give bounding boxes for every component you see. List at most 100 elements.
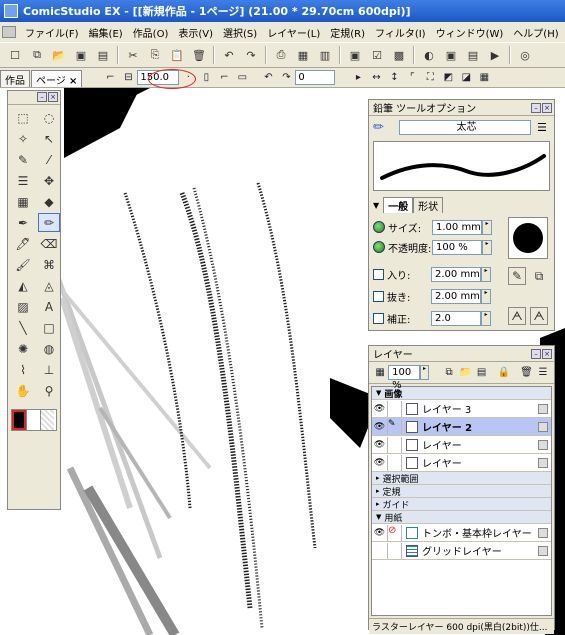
layer-row[interactable]: 👁 レイヤー — [372, 436, 551, 454]
new-file-icon[interactable]: ☐ — [6, 46, 24, 64]
open-folder-icon[interactable]: 📂 — [50, 46, 68, 64]
layer-copy-icon[interactable]: ▤ — [476, 366, 488, 380]
pen-icon[interactable]: ✒ — [12, 213, 34, 232]
object-icon[interactable]: ◆ — [38, 192, 60, 211]
tone-brush-icon[interactable]: ◍ — [38, 339, 60, 358]
lasso-icon[interactable]: ◌ — [38, 108, 60, 127]
rotate-right-icon[interactable]: ↷ — [279, 71, 293, 85]
out-checkbox[interactable] — [373, 290, 384, 302]
ruler-corner-icon[interactable]: ⌜ — [405, 71, 419, 85]
correction-checkbox[interactable] — [373, 312, 384, 324]
rotate-left-icon[interactable]: ↶ — [261, 71, 275, 85]
fit-page-icon[interactable]: ⌐ — [103, 71, 117, 85]
menu-help[interactable]: ヘルプ(H) — [508, 25, 563, 40]
page-icon[interactable]: ▯ — [199, 71, 213, 85]
visibility-eye-icon[interactable]: 👁 — [372, 436, 388, 453]
opacity-radio[interactable] — [373, 241, 385, 253]
group-selection[interactable]: ▸ 選択範囲 — [372, 472, 551, 485]
page-stack-icon[interactable]: ▭ — [235, 71, 249, 85]
layer-props-icon[interactable] — [538, 527, 548, 538]
page-fold-icon[interactable]: ⌐ — [217, 71, 231, 85]
layer-row[interactable]: 👁 レイヤー — [372, 454, 551, 472]
save-all-icon[interactable]: ▤ — [94, 46, 112, 64]
preset-field[interactable]: 太芯 — [399, 120, 531, 135]
close-icon[interactable]: × — [48, 92, 58, 102]
opacity-field[interactable]: 100 % — [432, 239, 482, 255]
transparent-swatch[interactable] — [40, 410, 54, 430]
black-swatch[interactable] — [12, 410, 26, 430]
eraser-icon[interactable]: ⌫ — [38, 234, 60, 253]
move-icon[interactable]: ✥ — [38, 171, 60, 190]
collapse-icon[interactable]: ▼ — [373, 201, 379, 210]
hand-icon[interactable]: ✋ — [12, 381, 34, 400]
color-icon[interactable]: ▩ — [390, 46, 408, 64]
out-spin[interactable]: ▸ — [481, 288, 491, 304]
layer-props-icon[interactable] — [538, 403, 548, 414]
ruler-line-icon[interactable]: ☰ — [12, 171, 34, 190]
action-icon[interactable]: ▶ — [486, 46, 504, 64]
copy-icon[interactable]: ⎘ — [146, 46, 164, 64]
save-icon[interactable]: ▣ — [72, 46, 90, 64]
tab-general[interactable]: 一般 — [383, 197, 414, 213]
layer-props-icon[interactable] — [538, 439, 548, 450]
tab-page[interactable]: ページ × — [31, 69, 83, 87]
rotation-dropdown-icon[interactable]: ▸ — [351, 71, 365, 85]
effect-line-icon[interactable]: ✺ — [12, 339, 34, 358]
menu-filter[interactable]: フィルタ(I) — [370, 25, 431, 40]
white-swatch[interactable] — [26, 410, 40, 430]
material-icon[interactable]: ◎ — [516, 46, 534, 64]
size-field[interactable]: 1.00 mm — [432, 219, 482, 235]
brush-icon[interactable]: 🖌 — [12, 255, 34, 274]
correction-field[interactable]: 2.0 — [431, 310, 481, 326]
group-guide[interactable]: ▸ ガイド — [372, 498, 551, 511]
zoom-input[interactable]: 150.0 — [137, 70, 180, 85]
layer-opacity-spin[interactable]: ▸ — [420, 365, 429, 380]
size-radio[interactable] — [373, 221, 385, 233]
visibility-eye-icon[interactable]: 👁 — [372, 454, 388, 471]
menu-layer[interactable]: レイヤー(L) — [262, 25, 325, 40]
group-ruler[interactable]: ▸ 定規 — [372, 485, 551, 498]
vector-a-icon[interactable]: ᗅ — [508, 307, 526, 325]
text-icon[interactable]: A — [38, 297, 60, 316]
tab-close-icon[interactable]: × — [69, 76, 77, 87]
group-image[interactable]: ▼ 画像 — [372, 387, 551, 400]
flip-horizontal-icon[interactable]: ↔ — [369, 71, 383, 85]
magic-wand-icon[interactable]: ✧ — [12, 129, 34, 148]
correction-spin[interactable]: ▸ — [481, 310, 491, 326]
new-page-icon[interactable]: ⧉ — [28, 46, 46, 64]
layer-mode-icon[interactable]: ▦ — [374, 366, 386, 380]
airbrush-icon[interactable]: ⌘ — [38, 255, 60, 274]
visibility-eye-icon[interactable]: 👁 — [372, 400, 388, 417]
fill-icon[interactable]: ◭ — [12, 276, 34, 295]
visibility-eye-icon[interactable]: 👁 — [372, 418, 388, 435]
menu-select[interactable]: 選択(S) — [218, 25, 262, 40]
rectangle-icon[interactable]: □ — [38, 318, 60, 337]
pencil-icon[interactable]: ✏ — [38, 213, 60, 232]
rect-select-icon[interactable]: ⬚ — [12, 108, 34, 127]
paste-icon[interactable]: 📋 — [168, 46, 186, 64]
size-spin[interactable]: ▸ — [482, 219, 492, 235]
tool-options-icon[interactable]: ▣ — [346, 46, 364, 64]
out-field[interactable]: 2.00 mm — [431, 288, 481, 304]
rulers-icon[interactable]: ▥ — [316, 46, 334, 64]
layer-props-icon[interactable] — [538, 421, 548, 432]
stamp-icon[interactable]: ⊥ — [38, 360, 60, 379]
undo-icon[interactable]: ↶ — [220, 46, 238, 64]
layer-opacity-field[interactable]: 100 % — [388, 365, 421, 391]
cut-icon[interactable]: ✂ — [124, 46, 142, 64]
layer-lock-cell[interactable] — [388, 542, 402, 559]
zoom-out-icon[interactable]: ⊟ — [121, 71, 135, 85]
minimize-icon[interactable]: – — [531, 102, 541, 113]
no-edit-icon[interactable]: ⊘ — [388, 524, 402, 541]
flip-vertical-icon[interactable]: ↕ — [387, 71, 401, 85]
group-paper[interactable]: ▼ 用紙 — [372, 511, 551, 524]
menu-ruler[interactable]: 定規(R) — [325, 25, 370, 40]
print-icon[interactable]: ⎙ — [272, 46, 290, 64]
edit-pencil-icon[interactable]: ✎ — [388, 418, 402, 435]
pressure-icon[interactable]: ✎ — [508, 267, 526, 285]
tab-work[interactable]: 作品 — [0, 69, 30, 87]
menu-file[interactable]: ファイル(F) — [20, 25, 84, 40]
layer-delete-icon[interactable]: 🗑 — [520, 366, 533, 380]
paper-layer-row[interactable]: グリッドレイヤー — [372, 542, 551, 560]
close-icon[interactable]: × — [542, 348, 552, 359]
